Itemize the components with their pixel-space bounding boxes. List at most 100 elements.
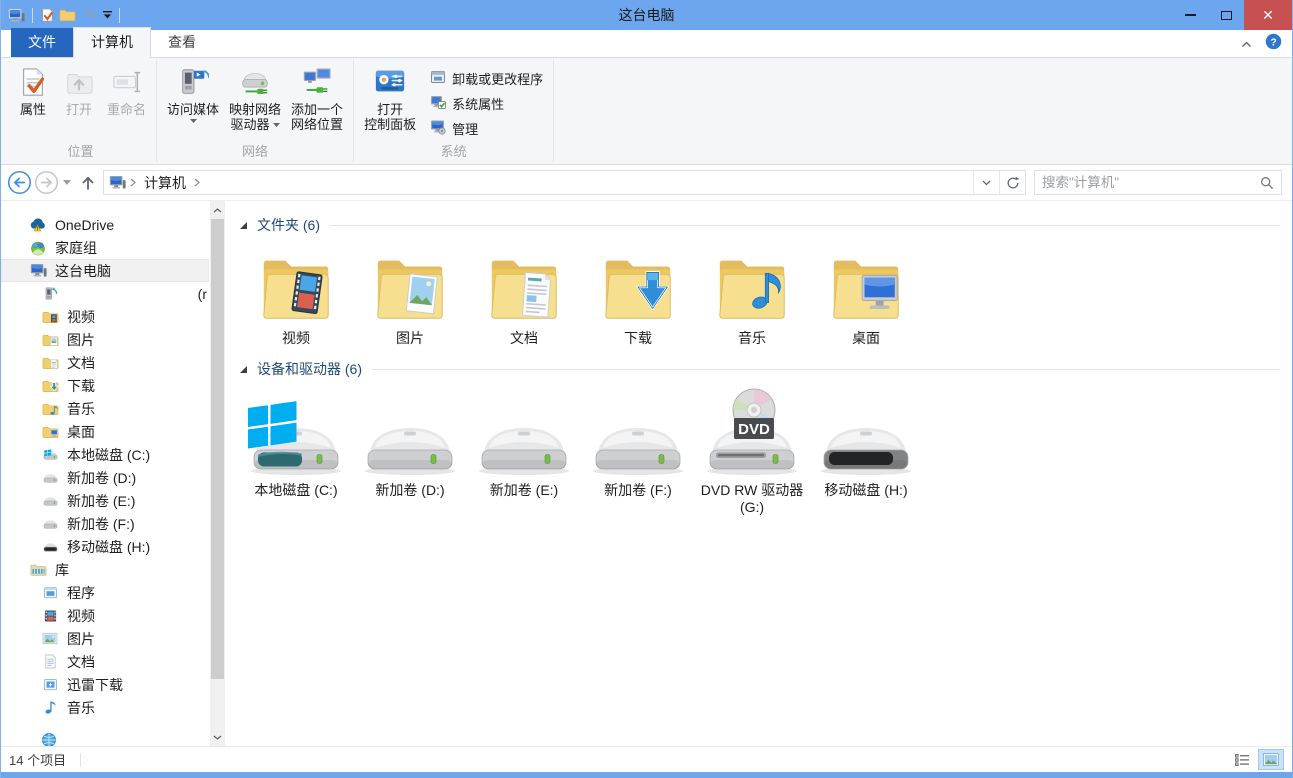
item-count: 14 个项目 <box>9 750 66 769</box>
sidebar-item[interactable]: 图片 <box>1 627 209 650</box>
content: OneDrive家庭组这台电脑(r视频图片文档下载音乐桌面本地磁盘 (C:)新加… <box>1 201 1292 746</box>
system-properties-button[interactable]: 系统属性 <box>427 93 546 114</box>
sidebar-item[interactable]: 库 <box>1 558 209 581</box>
sidebar-item-label: 文档 <box>67 353 95 373</box>
tile-label: 本地磁盘 (C:) <box>254 482 337 499</box>
sidebar-item[interactable]: 新加卷 (F:) <box>1 512 209 535</box>
tile[interactable]: 下载 <box>581 240 695 347</box>
back-button[interactable] <box>7 170 32 195</box>
sidebar-item[interactable]: 视频 <box>1 604 209 627</box>
tile[interactable]: DVDDVD RW 驱动器 (G:) <box>695 384 809 516</box>
add-network-location-button[interactable]: 添加一个 网络位置 <box>286 61 348 134</box>
properties-button[interactable]: 属性 <box>10 61 56 119</box>
sidebar-item[interactable]: 音乐 <box>1 397 209 420</box>
tab-file[interactable]: 文件 <box>11 28 73 57</box>
refresh-icon[interactable] <box>999 171 1025 194</box>
large-icons-view-button[interactable] <box>1258 749 1284 770</box>
drive-dvd-icon: DVD <box>700 384 804 480</box>
open-control-panel-button[interactable]: 打开 控制面板 <box>359 61 421 134</box>
sidebar-scrollbar[interactable] <box>210 201 225 746</box>
sidebar-item[interactable]: 程序 <box>1 581 209 604</box>
svg-text:DVD: DVD <box>738 421 770 438</box>
up-button[interactable] <box>79 174 97 192</box>
new-folder-icon[interactable] <box>59 8 76 22</box>
details-view-button[interactable] <box>1229 749 1255 770</box>
sidebar-item[interactable]: 迅雷下载 <box>1 673 209 696</box>
minimize-button[interactable] <box>1172 0 1208 30</box>
sidebar-item[interactable]: 移动磁盘 (H:) <box>1 535 209 558</box>
sidebar-item[interactable]: 桌面 <box>1 420 209 443</box>
recent-locations-icon[interactable] <box>63 180 71 185</box>
manage-button[interactable]: 管理 <box>427 118 546 139</box>
tile[interactable]: 文档 <box>467 240 581 347</box>
tile[interactable]: 桌面 <box>809 240 923 347</box>
tile-label: 新加卷 (D:) <box>375 482 444 499</box>
close-button[interactable]: ✕ <box>1244 0 1292 30</box>
sidebar-item[interactable]: 视频 <box>1 305 209 328</box>
breadcrumb-chevron-icon[interactable] <box>126 178 140 187</box>
scroll-down-icon[interactable] <box>210 729 225 745</box>
tile[interactable]: 视频 <box>239 240 353 347</box>
tile[interactable]: 新加卷 (F:) <box>581 384 695 516</box>
collapse-triangle-icon[interactable] <box>239 365 248 374</box>
help-icon[interactable]: ? <box>1265 33 1282 55</box>
sidebar-item[interactable]: 新加卷 (D:) <box>1 466 209 489</box>
sidebar-item-label: 库 <box>55 560 69 580</box>
tile[interactable]: 本地磁盘 (C:) <box>239 384 353 516</box>
maximize-button[interactable] <box>1208 0 1244 30</box>
scrollbar-thumb[interactable] <box>211 219 224 679</box>
tile[interactable]: 移动磁盘 (H:) <box>809 384 923 516</box>
sidebar-item[interactable]: 新加卷 (E:) <box>1 489 209 512</box>
tile[interactable]: 图片 <box>353 240 467 347</box>
access-media-button[interactable]: 访问媒体 <box>162 61 224 125</box>
search-input[interactable] <box>1035 175 1260 190</box>
sidebar-item[interactable]: 音乐 <box>1 696 209 719</box>
rename-button[interactable]: 重命名 <box>102 61 151 119</box>
group-label-location: 位置 <box>10 142 151 164</box>
undo-icon[interactable] <box>81 8 98 22</box>
sidebar-item[interactable]: 文档 <box>1 650 209 673</box>
sidebar-item-label: 程序 <box>67 583 95 603</box>
qat-separator <box>119 8 120 23</box>
folder-desktop-icon <box>825 240 907 328</box>
titlebar: 这台电脑 ✕ <box>1 0 1292 30</box>
sidebar-item[interactable]: (r <box>1 282 209 305</box>
address-dropdown-icon[interactable] <box>973 171 999 194</box>
sidebar-item[interactable]: 下载 <box>1 374 209 397</box>
breadcrumb-chevron-icon[interactable] <box>190 178 204 187</box>
address-bar[interactable]: 计算机 <box>103 170 1026 195</box>
folder-desktop-small-icon <box>41 425 59 439</box>
sidebar-item[interactable]: 图片 <box>1 328 209 351</box>
uninstall-icon <box>430 69 446 88</box>
properties-check-icon[interactable] <box>40 7 54 23</box>
sidebar-item[interactable]: 本地磁盘 (C:) <box>1 443 209 466</box>
scroll-up-icon[interactable] <box>210 202 225 218</box>
breadcrumb-computer[interactable]: 计算机 <box>140 173 190 193</box>
uninstall-button[interactable]: 卸载或更改程序 <box>427 68 546 89</box>
tile-label: 桌面 <box>852 330 880 347</box>
homegroup-icon <box>29 240 47 256</box>
collapse-triangle-icon[interactable] <box>239 221 248 230</box>
view-switcher <box>1229 749 1288 770</box>
tab-view[interactable]: 查看 <box>151 28 213 57</box>
sidebar-item[interactable]: 文档 <box>1 351 209 374</box>
map-network-drive-button[interactable]: 映射网络 驱动器 <box>224 61 286 134</box>
collapse-ribbon-icon[interactable] <box>1241 35 1252 53</box>
qat-customize-icon[interactable] <box>103 11 112 19</box>
tile[interactable]: 音乐 <box>695 240 809 347</box>
sidebar-item[interactable]: OneDrive <box>1 213 209 236</box>
sidebar-item[interactable]: 家庭组 <box>1 236 209 259</box>
sidebar-item[interactable]: 这台电脑 <box>1 259 209 282</box>
tile[interactable]: 新加卷 (E:) <box>467 384 581 516</box>
section-header: 设备和驱动器 (6) <box>239 359 1280 379</box>
ribbon-group-system: 打开 控制面板 卸载或更改程序 系统属性 管理 <box>354 58 553 164</box>
tab-computer[interactable]: 计算机 <box>73 27 151 58</box>
open-button[interactable]: 打开 <box>56 61 102 119</box>
drive-small-icon <box>41 471 59 484</box>
tile[interactable]: 新加卷 (D:) <box>353 384 467 516</box>
sidebar-item-label: 这台电脑 <box>55 261 111 281</box>
folder-documents-small-icon <box>41 356 59 370</box>
search-icon[interactable] <box>1260 176 1281 190</box>
sidebar-list: OneDrive家庭组这台电脑(r视频图片文档下载音乐桌面本地磁盘 (C:)新加… <box>1 213 209 719</box>
forward-button[interactable] <box>34 170 59 195</box>
